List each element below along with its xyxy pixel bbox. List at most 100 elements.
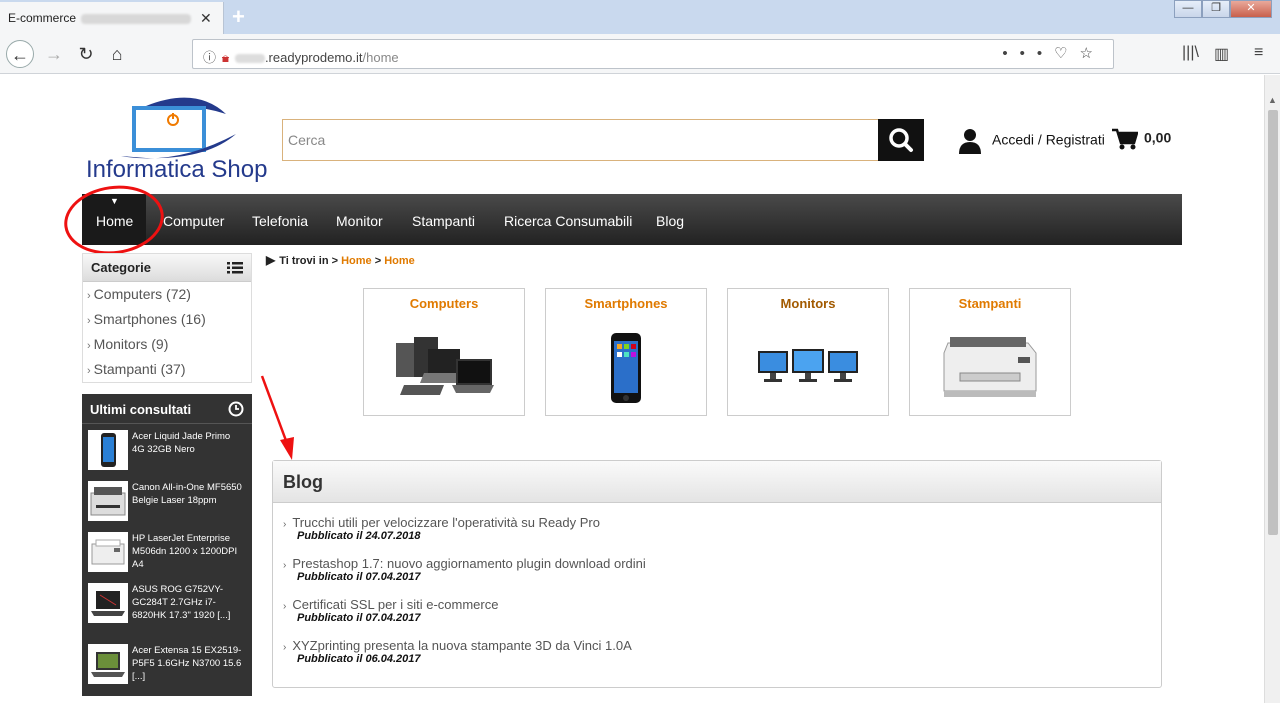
category-computers[interactable]: › Computers (72) — [83, 282, 251, 307]
recently-viewed-panel: Ultimi consultati Acer Liquid Jade Primo… — [82, 394, 252, 696]
close-window-icon[interactable]: ✕ — [1230, 0, 1272, 18]
list-icon[interactable] — [227, 261, 243, 274]
login-link[interactable]: Accedi / Registrati — [958, 128, 1105, 154]
menu-item-telefonia[interactable]: Telefonia — [252, 213, 308, 229]
menu-item-computer[interactable]: Computer — [163, 213, 224, 229]
url-domain: .readyprodemo.it — [264, 50, 363, 65]
product-thumbnail — [88, 481, 128, 521]
blog-post-title[interactable]: Certificati SSL per i siti e-commerce — [292, 597, 498, 612]
search-icon — [889, 128, 913, 152]
menu-item-blog[interactable]: Blog — [656, 213, 684, 229]
category-tile-computers[interactable]: Computers — [363, 288, 525, 416]
red-arrow-annotation — [260, 375, 294, 460]
scrollbar-thumb[interactable] — [1268, 110, 1278, 535]
bookmark-star-icon[interactable]: ☆ — [1080, 45, 1105, 62]
menu-item-monitor[interactable]: Monitor — [336, 213, 383, 229]
blog-post[interactable]: › Certificati SSL per i siti e-commerce P… — [283, 597, 1143, 624]
recent-item[interactable]: Acer Extensa 15 EX2519-P5F5 1.6GHz N3700… — [86, 642, 248, 690]
tab-title: E-commerce — [8, 11, 77, 25]
new-tab-icon[interactable]: + — [232, 4, 245, 30]
computers-image — [396, 337, 494, 395]
logo-computer-icon — [121, 97, 236, 159]
url-redacted — [234, 54, 265, 64]
blog-post-title[interactable]: XYZprinting presenta la nuova stampante … — [292, 638, 631, 653]
tab-title-redacted — [81, 13, 192, 24]
blog-panel: Blog › Trucchi utili per velocizzare l'op… — [272, 460, 1162, 688]
chevron-right-icon: › — [283, 642, 287, 653]
close-tab-icon[interactable]: ✕ — [200, 10, 212, 27]
categories-panel: Categorie › Computers (72) › Smartphones (… — [82, 253, 252, 383]
highlight-annotation — [59, 179, 169, 261]
info-icon[interactable]: ⓘ — [203, 50, 216, 65]
search-input[interactable]: Cerca — [282, 119, 879, 161]
login-label: Accedi / Registrati — [992, 131, 1105, 148]
hamburger-menu-icon[interactable]: ≡ — [1254, 44, 1263, 62]
url-bar[interactable]: ⓘ 🔒︎ .readyprodemo.it/home •••♡☆ — [192, 39, 1114, 69]
back-icon[interactable]: ← — [6, 40, 34, 68]
chevron-right-icon: › — [87, 365, 91, 377]
blog-post-title[interactable]: Trucchi utili per velocizzare l'operativ… — [292, 515, 600, 530]
breadcrumb-caret-icon: ▶ — [266, 253, 276, 267]
blog-post[interactable]: › XYZprinting presenta la nuova stampante… — [283, 638, 1143, 665]
product-thumbnail — [88, 430, 128, 470]
monitors-image — [758, 349, 858, 382]
insecure-lock-icon[interactable]: 🔒︎ — [222, 50, 229, 65]
library-icon[interactable]: |||\ — [1182, 44, 1199, 62]
blog-post-date: Pubblicato il 24.07.2018 — [297, 530, 421, 542]
product-thumbnail — [88, 583, 128, 623]
pocket-icon[interactable]: ♡ — [1054, 45, 1079, 62]
recent-item[interactable]: Acer Liquid Jade Primo 4G 32GB Nero — [86, 428, 248, 476]
blog-post-date: Pubblicato il 07.04.2017 — [297, 612, 421, 624]
cart-icon — [1112, 128, 1139, 150]
page-actions-icon[interactable]: ••• — [1002, 45, 1054, 62]
recent-item[interactable]: Canon All-in-One MF5650 Belgie Laser 18p… — [86, 479, 248, 527]
recently-viewed-header: Ultimi consultati — [82, 394, 252, 424]
category-tile-monitors[interactable]: Monitors — [727, 288, 889, 416]
chevron-right-icon: › — [87, 290, 91, 302]
printers-image — [943, 337, 1037, 397]
category-smartphones[interactable]: › Smartphones (16) — [83, 307, 251, 332]
sidebar-icon[interactable]: ▥ — [1214, 44, 1229, 64]
cart-button[interactable]: 0,00 — [1112, 128, 1171, 150]
category-tile-smartphones[interactable]: Smartphones — [545, 288, 707, 416]
category-stampanti[interactable]: › Stampanti (37) — [83, 357, 251, 382]
browser-tab[interactable]: E-commerce ✕ — [0, 2, 224, 34]
menu-item-ricerca-consumabili[interactable]: Ricerca Consumabili — [504, 213, 632, 229]
minimize-window-icon[interactable]: — — [1174, 0, 1202, 18]
main-menu: ▼ Home Computer Telefonia Monitor Stampa… — [82, 194, 1182, 245]
shop-logo[interactable]: Informatica Shop — [86, 94, 268, 186]
category-tile-stampanti[interactable]: Stampanti — [909, 288, 1071, 416]
breadcrumb-link-home[interactable]: Home — [341, 255, 372, 267]
chevron-right-icon: › — [283, 601, 287, 612]
browser-nav-bar: ← → ↻ ⌂ ⓘ 🔒︎ .readyprodemo.it/home •••♡☆ |… — [0, 34, 1280, 74]
menu-item-stampanti[interactable]: Stampanti — [412, 213, 475, 229]
chevron-right-icon: › — [87, 315, 91, 327]
url-path: /home — [362, 50, 399, 65]
blog-post[interactable]: › Prestashop 1.7: nuovo aggiornamento plu… — [283, 556, 1143, 583]
blog-post-date: Pubblicato il 06.04.2017 — [297, 653, 421, 665]
product-thumbnail — [88, 644, 128, 684]
blog-title: Blog — [273, 461, 1161, 503]
recent-item[interactable]: ASUS ROG G752VY-GC284T 2.7GHz i7-6820HK … — [86, 581, 248, 629]
blog-post[interactable]: › Trucchi utili per velocizzare l'operati… — [283, 515, 1143, 542]
chevron-right-icon: › — [283, 560, 287, 571]
category-monitors[interactable]: › Monitors (9) — [83, 332, 251, 357]
product-thumbnail — [88, 532, 128, 572]
breadcrumb-current-home[interactable]: Home — [384, 255, 415, 267]
chevron-right-icon: › — [87, 340, 91, 352]
scroll-up-icon[interactable]: ▲ — [1268, 95, 1277, 105]
blog-post-title[interactable]: Prestashop 1.7: nuovo aggiornamento plug… — [292, 556, 645, 571]
restore-window-icon[interactable]: ❐ — [1202, 0, 1230, 18]
recent-item[interactable]: HP LaserJet Enterprise M506dn 1200 x 120… — [86, 530, 248, 578]
user-icon — [959, 129, 981, 154]
home-icon[interactable]: ⌂ — [103, 40, 131, 68]
categories-header: Categorie — [83, 254, 251, 282]
search-button[interactable] — [878, 119, 924, 161]
logo-text: Informatica Shop — [86, 156, 268, 183]
cart-total: 0,00 — [1144, 129, 1172, 146]
forward-icon[interactable]: → — [40, 40, 68, 68]
clock-icon — [228, 401, 244, 417]
reload-icon[interactable]: ↻ — [72, 40, 100, 68]
page-scrollbar[interactable]: ▲ — [1264, 75, 1280, 703]
chevron-right-icon: › — [283, 519, 287, 530]
